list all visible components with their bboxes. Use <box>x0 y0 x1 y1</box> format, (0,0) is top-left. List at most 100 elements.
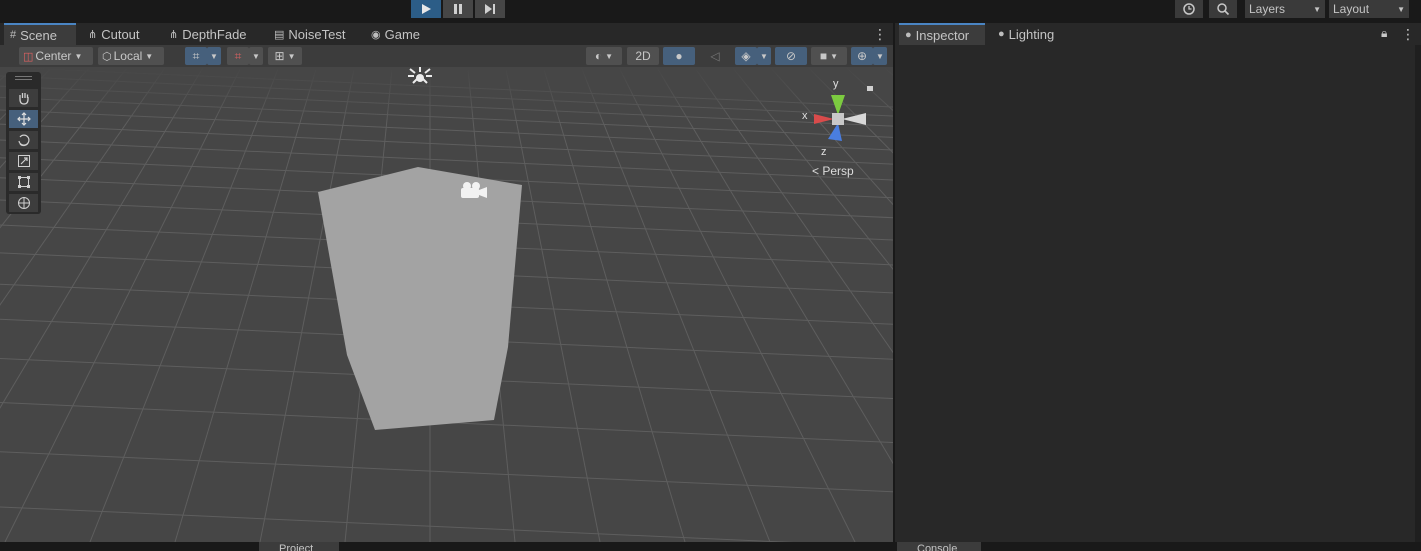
layout-dropdown[interactable]: Layout ▼ <box>1329 0 1409 18</box>
scene-viewport[interactable]: y x z < Persp <box>0 67 893 542</box>
layers-label: Layers <box>1249 2 1286 16</box>
tab-label: Game <box>384 26 421 42</box>
projection-toggle[interactable]: < Persp <box>812 164 854 178</box>
tab-label: Inspector <box>915 27 970 43</box>
hand-tool-button[interactable] <box>9 89 38 107</box>
rect-transform-icon <box>17 176 30 188</box>
grid-icon: # <box>10 29 17 41</box>
hierarchy-icon: ⋔ <box>88 28 98 41</box>
tab-noisetest[interactable]: ▤ NoiseTest <box>268 23 358 45</box>
palette-drag-handle-line <box>15 79 32 80</box>
move-icon <box>16 112 31 126</box>
chevron-down-icon: ▼ <box>210 51 218 61</box>
pivot-icon: ◫ <box>23 50 34 63</box>
shading-icon: ◐ <box>594 49 603 63</box>
camera-icon: ■ <box>819 49 828 63</box>
increment-snap-toggle[interactable]: ⌗ <box>227 47 249 65</box>
bulb-icon: ● <box>998 28 1005 40</box>
more-options-icon[interactable]: ⋮ <box>1401 26 1415 43</box>
chevron-down-icon: ▼ <box>1397 4 1405 14</box>
undo-history-button[interactable] <box>1175 0 1203 18</box>
scale-icon <box>17 155 30 167</box>
info-icon: ● <box>905 29 912 41</box>
step-button[interactable] <box>475 0 505 18</box>
gizmos-toggle[interactable]: ⊕ <box>851 47 873 65</box>
space-dropdown[interactable]: ⬡ Local ▼ <box>98 47 164 65</box>
tab-label: Lighting <box>1008 26 1055 42</box>
hand-icon <box>18 93 29 105</box>
gizmos-dropdown[interactable]: ▼ <box>873 47 887 65</box>
tab-cutout[interactable]: ⋔ Cutout <box>82 23 160 45</box>
tab-label: Project <box>279 543 314 551</box>
audio-toggle[interactable]: ◁ <box>699 47 731 65</box>
draw-mode-dropdown[interactable]: ◐ ▼ <box>586 47 622 65</box>
history-icon <box>1183 3 1195 15</box>
tool-palette <box>6 72 41 214</box>
play-icon <box>422 4 431 14</box>
rotate-tool-button[interactable] <box>9 131 38 149</box>
rotate-icon <box>17 134 30 147</box>
palette-drag-handle[interactable] <box>15 76 32 77</box>
bottom-panel-strip <box>0 542 1421 551</box>
snap-icon: ⌗ <box>234 48 242 63</box>
gizmo-z-label: z <box>821 146 827 158</box>
increment-snap-dropdown[interactable]: ▼ <box>249 47 263 65</box>
effects-icon: ◈ <box>741 49 751 63</box>
speaker-icon: ◁ <box>710 49 720 63</box>
camera-dropdown[interactable]: ■ ▼ <box>811 47 847 65</box>
grid-visibility-dropdown[interactable]: ⊞ ▼ <box>268 47 302 65</box>
scene-toolbar: ◫ Center ▼ ⬡ Local ▼ ⌗ ▼ ⌗ ▼ ⊞ ▼ ◐ ▼ 2D … <box>0 45 893 67</box>
inspector-panel <box>895 45 1421 542</box>
chevron-down-icon: ▼ <box>145 51 154 61</box>
layout-label: Layout <box>1333 2 1370 16</box>
chevron-down-icon: ▼ <box>876 51 884 61</box>
lock-icon[interactable] <box>867 86 873 91</box>
gizmo-icon: ⊕ <box>856 49 868 63</box>
lock-icon[interactable]: 🔒︎ <box>1381 26 1387 41</box>
tab-inspector[interactable]: ● Inspector <box>899 23 985 45</box>
pivot-dropdown[interactable]: ◫ Center ▼ <box>19 47 93 65</box>
search-button[interactable] <box>1209 0 1237 18</box>
more-options-icon[interactable]: ⋮ <box>873 26 887 43</box>
lighting-toggle[interactable]: ● <box>663 47 695 65</box>
tab-console[interactable]: Console <box>897 542 981 551</box>
tab-label: NoiseTest <box>288 26 346 42</box>
tab-scene[interactable]: # Scene <box>4 23 76 45</box>
effects-toggle[interactable]: ◈ <box>735 47 757 65</box>
gamepad-icon: ◉ <box>371 28 381 41</box>
chevron-down-icon: ▼ <box>1313 4 1321 14</box>
scene-visibility-toggle[interactable]: ⊘ <box>775 47 807 65</box>
hierarchy-icon: ⋔ <box>169 28 179 41</box>
tab-label: DepthFade <box>182 26 247 42</box>
move-tool-button[interactable] <box>9 110 38 128</box>
scrollbar[interactable] <box>1415 45 1421 542</box>
tab-game[interactable]: ◉ Game <box>365 23 435 45</box>
effects-dropdown[interactable]: ▼ <box>757 47 771 65</box>
2d-toggle[interactable]: 2D <box>627 47 659 65</box>
rect-tool-button[interactable] <box>9 173 38 191</box>
chevron-down-icon: ▼ <box>605 51 614 61</box>
perspective-icon: < <box>812 164 820 178</box>
cube-icon: ⬡ <box>102 50 112 63</box>
play-button[interactable] <box>411 0 441 18</box>
document-icon: ▤ <box>274 28 285 41</box>
tab-label: Cutout <box>101 26 140 42</box>
tab-project[interactable]: Project <box>259 542 339 551</box>
chevron-down-icon: ▼ <box>830 51 839 61</box>
grid-snap-icon: ⌗ <box>192 48 200 63</box>
pause-button[interactable] <box>443 0 473 18</box>
projection-label: Persp <box>822 164 854 178</box>
inspector-tab-bar: ● Inspector ● Lighting 🔒︎ ⋮ <box>895 23 1421 45</box>
main-toolbar: Layers ▼ Layout ▼ <box>0 0 1421 20</box>
chevron-down-icon: ▼ <box>252 51 260 61</box>
grid-snap-toggle[interactable]: ⌗ <box>185 47 207 65</box>
tab-lighting[interactable]: ● Lighting <box>992 23 1072 45</box>
tab-depthfade[interactable]: ⋔ DepthFade <box>163 23 261 45</box>
chevron-down-icon: ▼ <box>287 51 296 61</box>
scale-tool-button[interactable] <box>9 152 38 170</box>
layers-dropdown[interactable]: Layers ▼ <box>1245 0 1325 18</box>
transform-tool-button[interactable] <box>9 194 38 212</box>
grid-snap-dropdown[interactable]: ▼ <box>207 47 221 65</box>
grid-visibility-icon: ⊞ <box>274 49 285 63</box>
gizmo-x-label: x <box>802 110 808 122</box>
